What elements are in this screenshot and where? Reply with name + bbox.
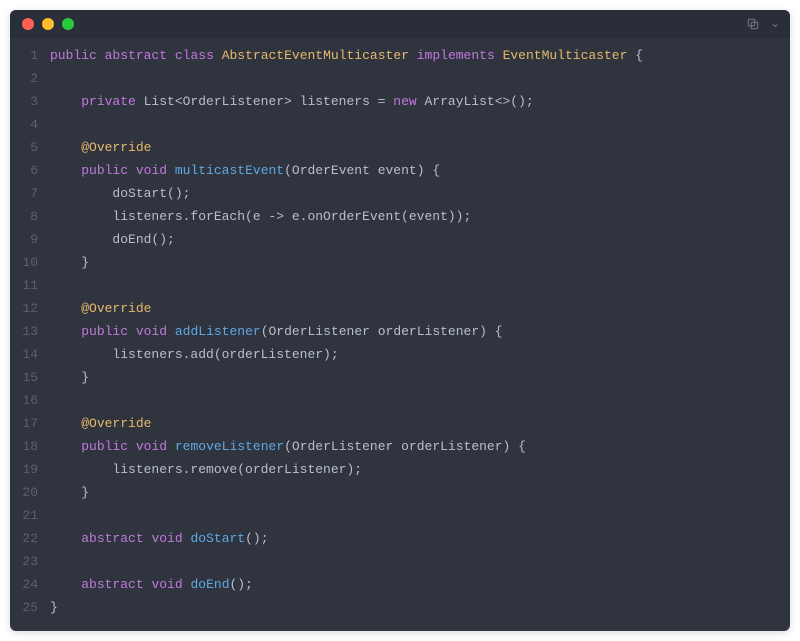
code-line: }	[50, 366, 776, 389]
line-number: 19	[10, 458, 38, 481]
code-line: public void addListener(OrderListener or…	[50, 320, 776, 343]
titlebar: ⌄	[10, 10, 790, 38]
line-number: 24	[10, 573, 38, 596]
code-line: @Override	[50, 136, 776, 159]
code-line	[50, 113, 776, 136]
line-number: 9	[10, 228, 38, 251]
line-number: 15	[10, 366, 38, 389]
code-content[interactable]: public abstract class AbstractEventMulti…	[50, 44, 790, 619]
code-line: abstract void doEnd();	[50, 573, 776, 596]
line-number: 6	[10, 159, 38, 182]
code-line: private List<OrderListener> listeners = …	[50, 90, 776, 113]
line-number: 11	[10, 274, 38, 297]
code-line: }	[50, 251, 776, 274]
code-line: abstract void doStart();	[50, 527, 776, 550]
line-number: 12	[10, 297, 38, 320]
line-number: 17	[10, 412, 38, 435]
code-line	[50, 274, 776, 297]
line-number: 1	[10, 44, 38, 67]
copy-icon[interactable]	[746, 17, 760, 31]
code-line: }	[50, 481, 776, 504]
line-number: 8	[10, 205, 38, 228]
maximize-icon[interactable]	[62, 18, 74, 30]
line-number-gutter: 1234567891011121314151617181920212223242…	[10, 44, 50, 619]
line-number: 7	[10, 182, 38, 205]
line-number: 21	[10, 504, 38, 527]
line-number: 4	[10, 113, 38, 136]
code-line: listeners.add(orderListener);	[50, 343, 776, 366]
line-number: 2	[10, 67, 38, 90]
code-line: @Override	[50, 297, 776, 320]
code-line: public void multicastEvent(OrderEvent ev…	[50, 159, 776, 182]
line-number: 5	[10, 136, 38, 159]
code-line: doEnd();	[50, 228, 776, 251]
window-controls	[22, 18, 74, 30]
code-area: 1234567891011121314151617181920212223242…	[10, 38, 790, 631]
line-number: 13	[10, 320, 38, 343]
line-number: 14	[10, 343, 38, 366]
code-line: public void removeListener(OrderListener…	[50, 435, 776, 458]
code-line: @Override	[50, 412, 776, 435]
code-line: listeners.forEach(e -> e.onOrderEvent(ev…	[50, 205, 776, 228]
code-line: public abstract class AbstractEventMulti…	[50, 44, 776, 67]
code-line	[50, 67, 776, 90]
line-number: 18	[10, 435, 38, 458]
code-line: doStart();	[50, 182, 776, 205]
code-line	[50, 550, 776, 573]
chevron-down-icon[interactable]: ⌄	[770, 16, 780, 31]
line-number: 22	[10, 527, 38, 550]
line-number: 3	[10, 90, 38, 113]
line-number: 20	[10, 481, 38, 504]
code-line	[50, 504, 776, 527]
line-number: 23	[10, 550, 38, 573]
code-editor: ⌄ 12345678910111213141516171819202122232…	[10, 10, 790, 631]
line-number: 16	[10, 389, 38, 412]
minimize-icon[interactable]	[42, 18, 54, 30]
close-icon[interactable]	[22, 18, 34, 30]
code-line: listeners.remove(orderListener);	[50, 458, 776, 481]
line-number: 10	[10, 251, 38, 274]
code-line	[50, 389, 776, 412]
